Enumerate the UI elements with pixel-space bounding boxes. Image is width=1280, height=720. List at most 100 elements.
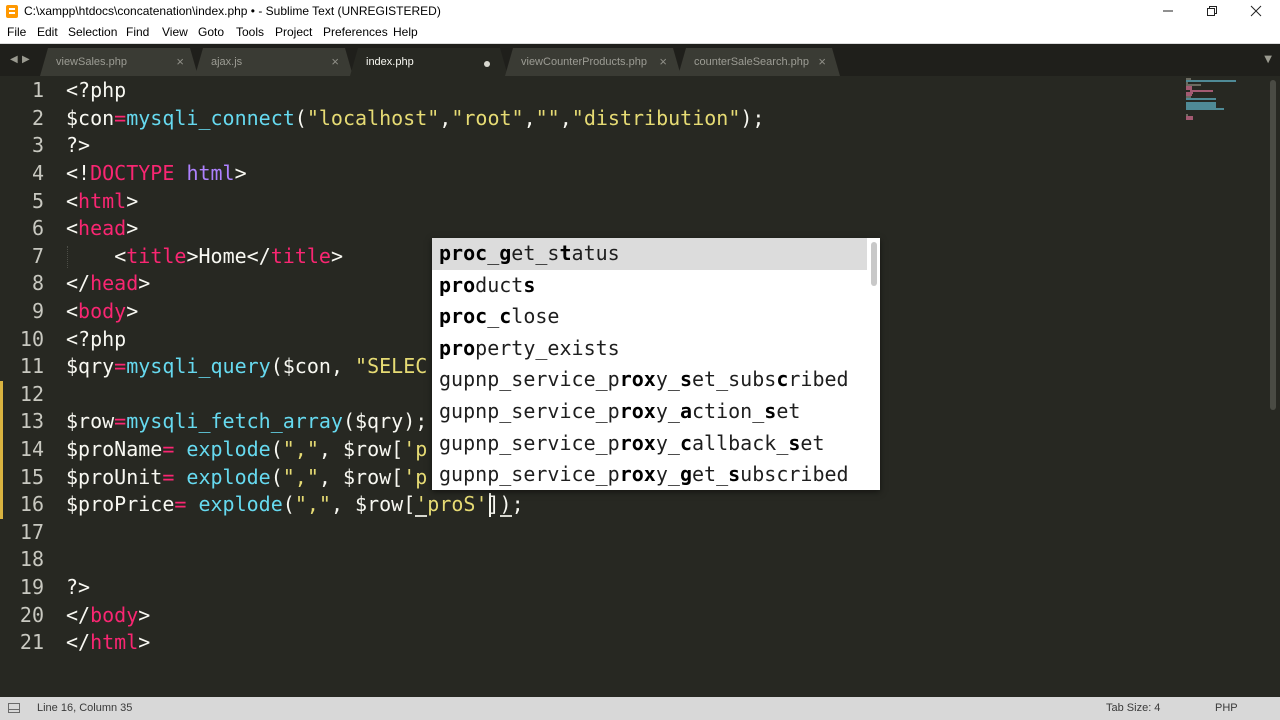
code-line[interactable]: $row=mysqli_fetch_array($qry);	[66, 408, 427, 436]
unsaved-dot-icon[interactable]	[484, 61, 490, 67]
tab-close-icon[interactable]: ×	[659, 54, 667, 69]
code-line[interactable]: $proUnit= explode(",", $row['p	[66, 464, 427, 492]
scrollbar-thumb[interactable]	[1270, 80, 1276, 410]
autocomplete-item[interactable]: proc_get_status	[432, 238, 867, 270]
cursor-position: Line 16, Column 35	[37, 702, 133, 714]
code-line[interactable]: <title>Home</title>	[66, 243, 343, 271]
autocomplete-item-label: gupnp_service_proxy_set_subscribed	[439, 367, 849, 392]
autocomplete-item-label: gupnp_service_proxy_get_subscribed	[439, 462, 849, 487]
minimap-line	[1186, 108, 1224, 110]
tab-index[interactable]: index.php	[350, 48, 508, 76]
tab-close-icon[interactable]: ×	[818, 54, 826, 69]
code-line[interactable]: <html>	[66, 188, 138, 216]
code-line[interactable]: $proPrice= explode(",", $row['proS']);	[66, 491, 524, 519]
line-number: 3	[31, 133, 44, 158]
tab-close-icon[interactable]: ×	[176, 54, 184, 69]
code-line[interactable]: $proName= explode(",", $row['p	[66, 436, 427, 464]
code-line[interactable]: $con=mysqli_connect("localhost","root","…	[66, 105, 764, 133]
menu-view[interactable]: View	[162, 25, 188, 39]
tab-nav-left-icon[interactable]: ◀	[10, 54, 18, 65]
tab-label: counterSaleSearch.php	[694, 56, 809, 68]
tab-overflow-icon[interactable]: ▼	[1264, 54, 1272, 65]
menu-bar: File Edit Selection Find View Goto Tools…	[0, 23, 1280, 44]
autocomplete-scrollbar[interactable]	[871, 242, 877, 286]
code-line[interactable]: </head>	[66, 270, 150, 298]
code-line[interactable]: <?php	[66, 326, 126, 354]
menu-find[interactable]: Find	[126, 25, 149, 39]
autocomplete-item[interactable]: gupnp_service_proxy_callback_set	[432, 428, 867, 460]
text-cursor	[489, 493, 491, 518]
tab-label: viewSales.php	[56, 56, 127, 68]
tab-label: index.php	[366, 56, 414, 68]
minimize-button[interactable]	[1146, 0, 1190, 23]
title-bar: C:\xampp\htdocs\concatenation\index.php …	[0, 0, 1280, 23]
autocomplete-item[interactable]: gupnp_service_proxy_get_subscribed	[432, 459, 867, 491]
minimap-line	[1190, 90, 1213, 92]
modified-line-marker	[0, 380, 3, 409]
minimap[interactable]	[1184, 76, 1254, 120]
menu-edit[interactable]: Edit	[37, 25, 58, 39]
line-number: 8	[31, 271, 44, 296]
panel-toggle-icon[interactable]	[8, 703, 20, 713]
close-icon	[1250, 5, 1262, 17]
tab-countersalesearch[interactable]: counterSaleSearch.php ×	[678, 48, 840, 76]
autocomplete-item[interactable]: proc_close	[432, 301, 867, 333]
window-title: C:\xampp\htdocs\concatenation\index.php …	[24, 4, 441, 18]
syntax-indicator[interactable]: PHP	[1215, 702, 1238, 714]
modified-line-marker	[0, 408, 3, 436]
code-line[interactable]: <head>	[66, 215, 138, 243]
menu-tools[interactable]: Tools	[236, 25, 264, 39]
code-line[interactable]: <body>	[66, 298, 138, 326]
autocomplete-item[interactable]: gupnp_service_proxy_set_subscribed	[432, 364, 867, 396]
menu-preferences[interactable]: Preferences	[323, 25, 388, 39]
autocomplete-item[interactable]: products	[432, 270, 867, 302]
tab-label: viewCounterProducts.php	[521, 56, 647, 68]
tab-nav-right-icon[interactable]: ▶	[22, 54, 30, 65]
status-bar: Line 16, Column 35 Tab Size: 4 PHP	[0, 697, 1280, 720]
line-number: 5	[31, 188, 44, 213]
line-number: 6	[31, 216, 44, 241]
line-number: 16	[19, 492, 44, 517]
line-number: 21	[19, 630, 44, 655]
line-number: 11	[19, 354, 44, 379]
line-number: 12	[19, 381, 44, 406]
minimap-line	[1186, 80, 1236, 82]
tab-size-indicator[interactable]: Tab Size: 4	[1106, 702, 1160, 714]
bracket-match-underline	[500, 515, 512, 518]
tab-ajax[interactable]: ajax.js ×	[195, 48, 353, 76]
code-line[interactable]: $qry=mysqli_query($con, "SELEC	[66, 353, 427, 381]
tab-viewsales[interactable]: viewSales.php ×	[40, 48, 198, 76]
tab-viewcounterproducts[interactable]: viewCounterProducts.php ×	[505, 48, 681, 76]
line-number: 15	[19, 464, 44, 489]
code-line[interactable]: </html>	[66, 629, 150, 657]
autocomplete-item[interactable]: property_exists	[432, 333, 867, 365]
menu-selection[interactable]: Selection	[68, 25, 117, 39]
tab-close-icon[interactable]: ×	[331, 54, 339, 69]
line-number: 17	[19, 519, 44, 544]
close-window-button[interactable]	[1234, 0, 1278, 23]
minimize-icon	[1163, 10, 1173, 12]
autocomplete-item-label: gupnp_service_proxy_callback_set	[439, 430, 825, 455]
bracket-match-underline	[415, 515, 427, 518]
menu-goto[interactable]: Goto	[198, 25, 224, 39]
sublime-text-window: C:\xampp\htdocs\concatenation\index.php …	[0, 0, 1280, 720]
code-line[interactable]: <!DOCTYPE html>	[66, 160, 247, 188]
editor-scrollbar[interactable]	[1266, 76, 1280, 696]
code-line[interactable]: ?>	[66, 574, 90, 602]
code-line[interactable]: </body>	[66, 602, 150, 630]
autocomplete-item-label: proc_get_status	[439, 241, 620, 265]
minimap-line	[1186, 98, 1216, 100]
autocomplete-item[interactable]: gupnp_service_proxy_action_set	[432, 396, 867, 428]
line-number: 13	[19, 409, 44, 434]
line-number: 7	[31, 243, 44, 268]
menu-help[interactable]: Help	[393, 25, 418, 39]
menu-project[interactable]: Project	[275, 25, 312, 39]
restore-button[interactable]	[1190, 0, 1234, 23]
autocomplete-popup[interactable]: proc_get_status products proc_close propert…	[432, 238, 880, 490]
line-number: 1	[31, 78, 44, 103]
sublime-app-icon	[6, 5, 18, 18]
tab-label: ajax.js	[211, 56, 243, 68]
code-line[interactable]: <?php	[66, 77, 126, 105]
menu-file[interactable]: File	[7, 25, 26, 39]
code-line[interactable]: ?>	[66, 132, 90, 160]
